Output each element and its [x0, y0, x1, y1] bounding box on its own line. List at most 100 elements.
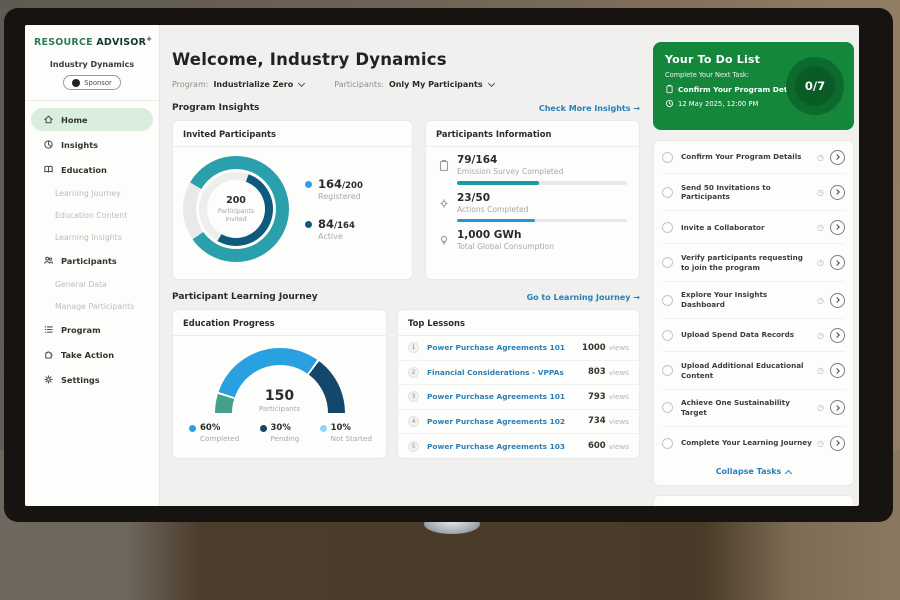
todo-checkbox[interactable] [662, 438, 673, 449]
lesson-row: 4 Power Purchase Agreements 102 734views [398, 410, 639, 435]
legend-dot [305, 221, 312, 228]
todo-go-button[interactable] [830, 328, 845, 343]
donut-center-value: 200 [226, 195, 246, 206]
clock-icon: ◷ [817, 188, 824, 197]
card-title: Education Progress [173, 310, 386, 336]
todo-go-button[interactable] [830, 363, 845, 378]
lesson-link[interactable]: Power Purchase Agreements 103 [427, 442, 588, 451]
sidebar-item-settings[interactable]: Settings [31, 368, 153, 391]
sponsor-badge-label: Sponsor [84, 79, 112, 87]
lesson-link[interactable]: Power Purchase Agreements 101 [427, 343, 582, 352]
lesson-link[interactable]: Power Purchase Agreements 101 [427, 392, 588, 401]
app-logo: RESOURCE ADVISOR+ [25, 25, 159, 48]
todo-go-button[interactable] [830, 220, 845, 235]
sidebar-item-participants[interactable]: Participants [31, 249, 153, 272]
check-more-insights-link[interactable]: Check More Insights → [539, 104, 640, 113]
card-title: Invited Participants [173, 121, 412, 147]
clock-icon: ◷ [817, 296, 824, 305]
legend-registered: 164/200 Registered [305, 177, 363, 201]
todo-checkbox[interactable] [662, 222, 673, 233]
sidebar-item-program[interactable]: Program [31, 318, 153, 341]
sidebar-item-education-content[interactable]: Education Content [25, 204, 159, 226]
sidebar-nav: Home Insights Education Learning Journey… [25, 107, 159, 392]
gauge-center-value: 150 [215, 389, 345, 403]
lesson-link[interactable]: Financial Considerations - VPPAs [427, 368, 588, 377]
todo-checkbox[interactable] [662, 187, 673, 198]
gauge-center-label: Participants [215, 405, 345, 413]
insights-icon [43, 139, 54, 150]
todo-go-button[interactable] [830, 255, 845, 270]
clock-icon: ◷ [817, 366, 824, 375]
lesson-row: 5 Power Purchase Agreements 103 600views [398, 434, 639, 459]
participants-filter[interactable]: Participants: Only My Participants [334, 80, 493, 89]
legend-completed: 60% Completed [189, 423, 239, 443]
donut-legend: 164/200 Registered 84/164 Active [305, 177, 363, 241]
sidebar-item-general-data[interactable]: General Data [25, 273, 159, 295]
todo-go-button[interactable] [830, 293, 845, 308]
lesson-row: 3 Power Purchase Agreements 101 793views [398, 385, 639, 410]
todo-item[interactable]: Confirm Your Program Details ◷ [662, 141, 845, 174]
lesson-link[interactable]: Power Purchase Agreements 102 [427, 417, 588, 426]
todo-checkbox[interactable] [662, 365, 673, 376]
todo-checkbox[interactable] [662, 257, 673, 268]
lesson-rank: 2 [408, 367, 419, 378]
sidebar-item-home[interactable]: Home [31, 108, 153, 131]
todo-item[interactable]: Upload Additional Educational Content ◷ [662, 352, 845, 389]
legend-dot [305, 181, 312, 188]
todo-go-button[interactable] [830, 436, 845, 451]
todo-progress-ring: 0/7 [786, 57, 844, 115]
todo-go-button[interactable] [830, 150, 845, 165]
todo-item[interactable]: Send 50 Invitations to Participants ◷ [662, 174, 845, 211]
todo-list-card: Confirm Your Program Details ◷ Send 50 I… [653, 140, 854, 486]
todo-checkbox[interactable] [662, 402, 673, 413]
sidebar-item-insights[interactable]: Insights [31, 133, 153, 156]
sidebar-item-manage-participants[interactable]: Manage Participants [25, 295, 159, 317]
program-filter[interactable]: Program: Industrialize Zero [172, 80, 304, 89]
emission-progress-bar [457, 181, 627, 185]
todo-go-button[interactable] [830, 185, 845, 200]
lesson-rank: 1 [408, 342, 419, 353]
sidebar: RESOURCE ADVISOR+ Industry Dynamics Spon… [25, 25, 160, 506]
sidebar-item-learning-journey[interactable]: Learning Journey [25, 182, 159, 204]
todo-item[interactable]: Complete Your Learning Journey ◷ [662, 427, 845, 459]
education-gauge-chart: 150 Participants [215, 348, 345, 413]
sidebar-divider [25, 100, 159, 101]
gauge-legend: 60% Completed 30% Pending 10% Not Starte… [173, 413, 386, 443]
collapse-tasks-link[interactable]: Collapse Tasks [662, 459, 845, 485]
legend-dot [260, 425, 267, 432]
sponsor-badge[interactable]: Sponsor [63, 75, 121, 90]
chevron-up-icon [785, 470, 792, 477]
education-icon [43, 164, 54, 175]
legend-dot [320, 425, 327, 432]
lesson-rank: 4 [408, 416, 419, 427]
todo-checkbox[interactable] [662, 152, 673, 163]
settings-icon [43, 374, 54, 385]
todo-item[interactable]: Upload Spend Data Records ◷ [662, 319, 845, 352]
take-action-icon [43, 349, 54, 360]
sidebar-item-take-action[interactable]: Take Action [31, 343, 153, 366]
todo-go-button[interactable] [830, 400, 845, 415]
consumption-icon [438, 234, 450, 247]
education-progress-card: Education Progress 150 Participants 60% … [172, 309, 387, 459]
top-lessons-card: Top Lessons 1 Power Purchase Agreements … [397, 309, 640, 459]
stat-total-consumption: 1,000 GWh Total Global Consumption [438, 229, 627, 251]
arrow-right-icon: → [633, 104, 640, 113]
todo-item[interactable]: Achieve One Sustainability Target ◷ [662, 390, 845, 427]
todo-progress-count: 0/7 [805, 79, 825, 93]
sidebar-item-education[interactable]: Education [31, 158, 153, 181]
arrow-right-icon: → [633, 293, 640, 302]
todo-item[interactable]: Verify participants requesting to join t… [662, 244, 845, 281]
sidebar-item-learning-insights[interactable]: Learning Insights [25, 226, 159, 248]
lesson-row: 1 Power Purchase Agreements 101 1000view… [398, 336, 639, 361]
invited-donut-chart: 200 Participants Invited [183, 156, 289, 262]
todo-item[interactable]: Explore Your Insights Dashboard ◷ [662, 282, 845, 319]
todo-panel: Your To Do List Complete Your Next Task:… [648, 25, 859, 506]
todo-checkbox[interactable] [662, 295, 673, 306]
go-to-learning-journey-link[interactable]: Go to Learning Journey → [527, 293, 640, 302]
home-icon [43, 114, 54, 125]
todo-checkbox[interactable] [662, 330, 673, 341]
participants-icon [43, 255, 54, 266]
donut-center-label: Participants Invited [214, 208, 258, 224]
todo-item[interactable]: Invite a Collaborator ◷ [662, 211, 845, 244]
lesson-rank: 5 [408, 441, 419, 452]
